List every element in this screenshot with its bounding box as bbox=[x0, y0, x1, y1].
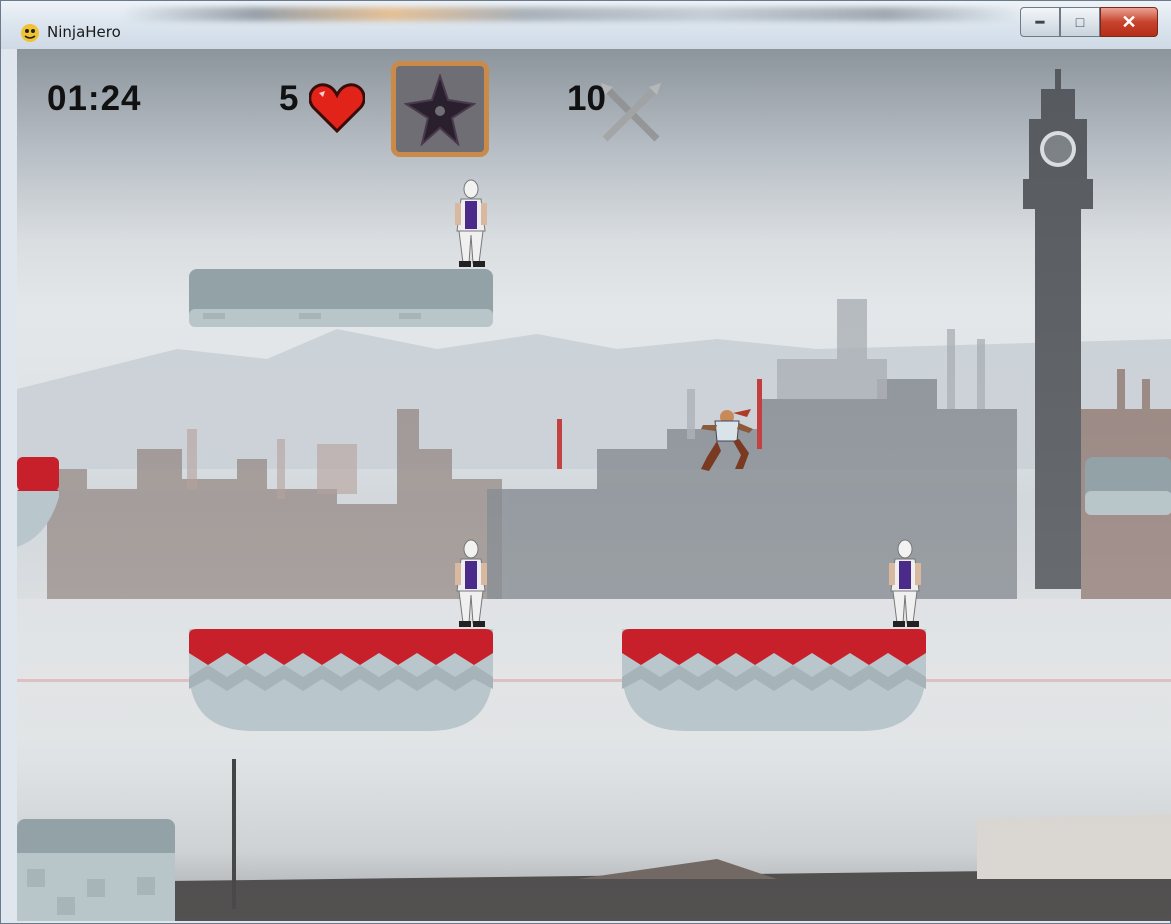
maximize-icon: □ bbox=[1075, 14, 1085, 30]
window-controls: ━ □ ✕ bbox=[1020, 7, 1158, 39]
app-icon[interactable] bbox=[19, 21, 41, 43]
minimize-button[interactable]: ━ bbox=[1020, 7, 1060, 37]
city-background bbox=[17, 49, 1171, 921]
crossed-kunai-icon bbox=[601, 83, 661, 142]
selected-weapon-slot[interactable] bbox=[391, 61, 489, 157]
minimize-icon: ━ bbox=[1035, 13, 1045, 30]
ice-platform-right-edge bbox=[1085, 457, 1171, 515]
window-title: NinjaHero bbox=[47, 23, 121, 41]
close-button[interactable]: ✕ bbox=[1100, 7, 1158, 37]
shuriken-icon bbox=[404, 74, 476, 146]
game-window: NinjaHero ━ □ ✕ 01:24 5 10 bbox=[0, 0, 1171, 924]
red-platform-lower-right bbox=[622, 629, 926, 731]
lives-count: 5 bbox=[279, 79, 299, 118]
ice-platform-upper bbox=[189, 269, 493, 327]
timer-text: 01:24 bbox=[47, 79, 142, 118]
red-platform-lower-left bbox=[189, 629, 493, 731]
title-bar[interactable]: NinjaHero ━ □ ✕ bbox=[1, 1, 1171, 49]
red-platform-left-edge bbox=[17, 457, 59, 547]
ice-block-bottom-left bbox=[17, 819, 175, 921]
heart-icon bbox=[309, 83, 365, 133]
enemy-ninja-lower-right[interactable] bbox=[883, 539, 927, 629]
enemy-ninja-upper[interactable] bbox=[449, 179, 493, 269]
close-icon: ✕ bbox=[1121, 11, 1137, 32]
maximize-button[interactable]: □ bbox=[1060, 7, 1100, 37]
player-ninja-hero[interactable] bbox=[693, 407, 757, 473]
title-bar-glass bbox=[121, 7, 1021, 21]
game-canvas[interactable]: 01:24 5 10 bbox=[17, 49, 1171, 921]
enemy-ninja-lower-left[interactable] bbox=[449, 539, 493, 629]
